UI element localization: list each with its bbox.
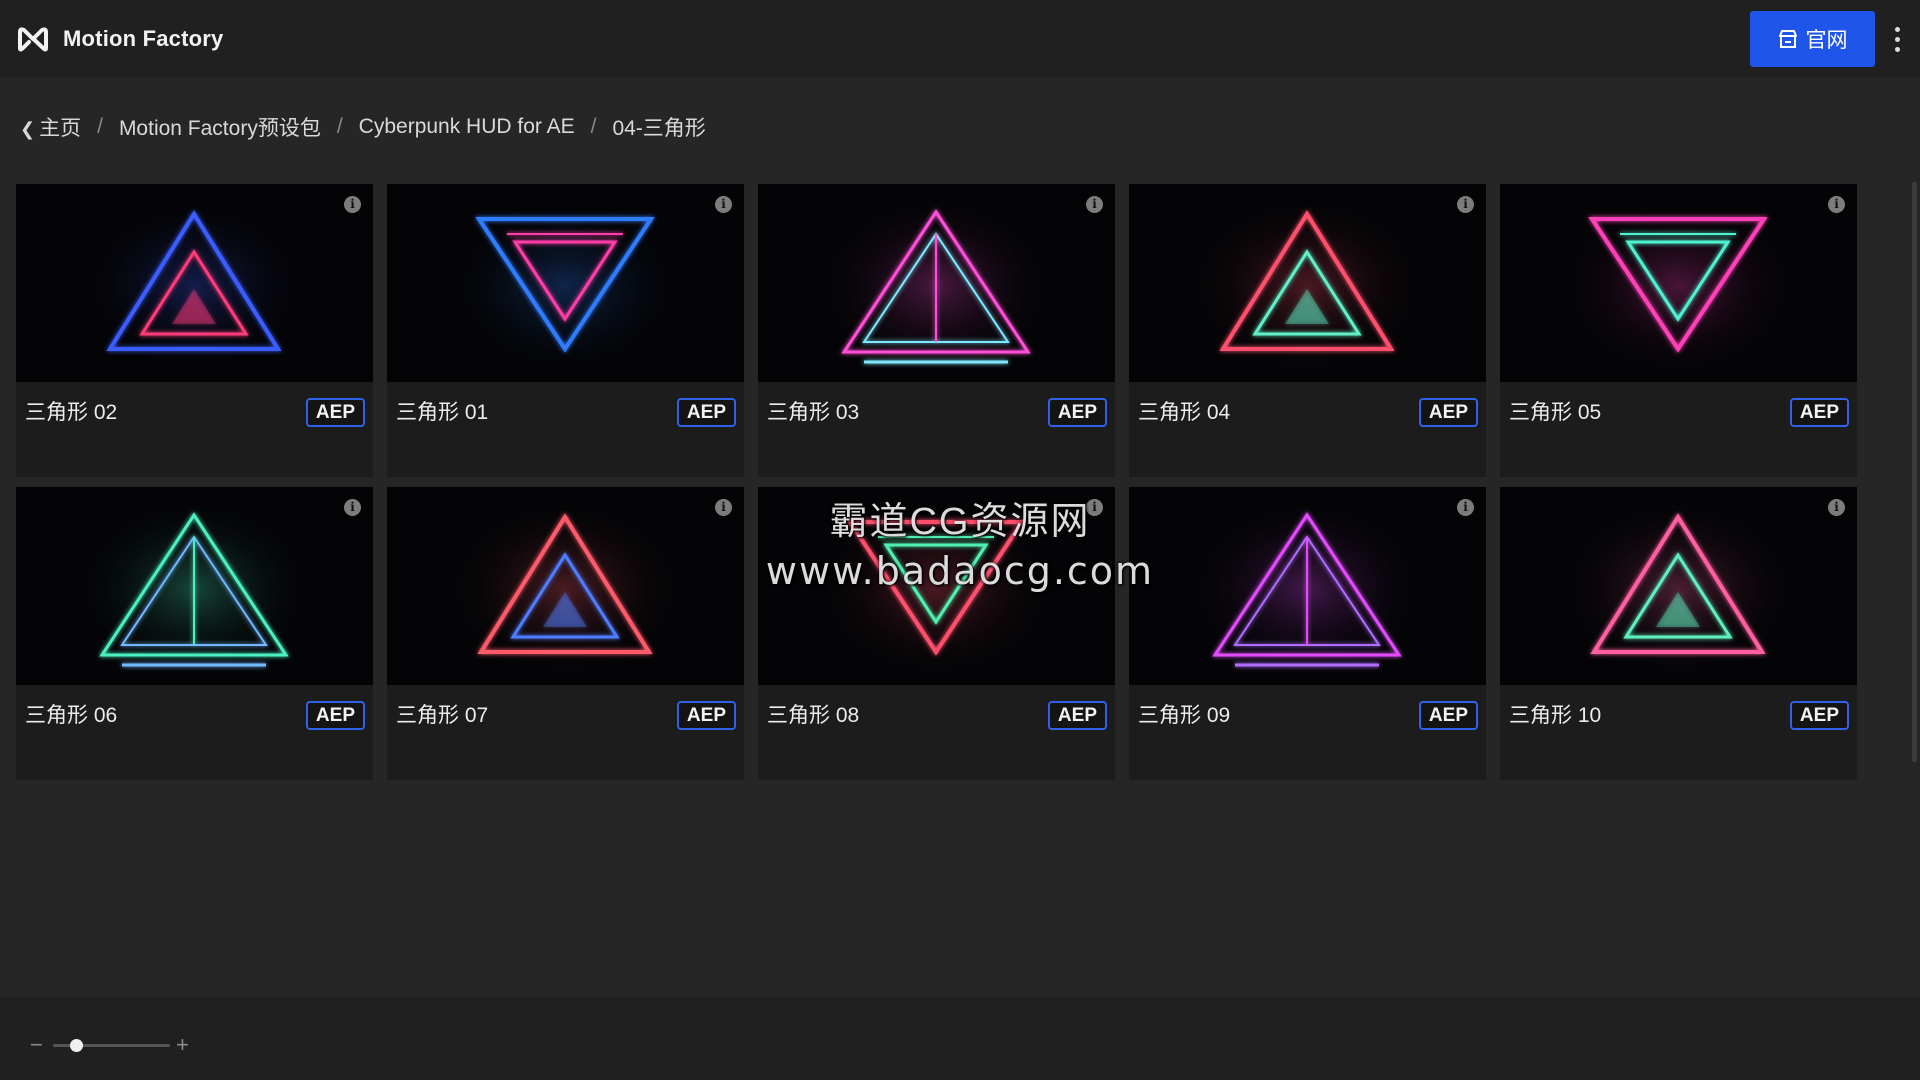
breadcrumb-current: 04-三角形 [612, 117, 706, 140]
app-name: Motion Factory [63, 25, 224, 51]
format-badge: AEP [676, 398, 736, 427]
zoom-in-button[interactable]: + [176, 1034, 189, 1056]
scrollbar[interactable] [1912, 182, 1917, 762]
format-badge: AEP [1789, 701, 1849, 730]
preset-thumbnail[interactable]: i [16, 487, 373, 685]
format-badge: AEP [305, 701, 365, 730]
triangle-hud-preview [816, 194, 1056, 378]
format-badge: AEP [1418, 701, 1478, 730]
info-icon[interactable]: i [1086, 499, 1103, 516]
footer-bar [0, 997, 1920, 1080]
triangle-hud-preview [445, 194, 685, 378]
triangle-hud-preview [74, 194, 314, 378]
info-icon[interactable]: i [1457, 499, 1474, 516]
format-badge: AEP [1418, 398, 1478, 427]
format-badge: AEP [305, 398, 365, 427]
official-site-button[interactable]: 官网 [1750, 11, 1875, 67]
preset-thumbnail[interactable]: i [387, 184, 744, 382]
format-badge: AEP [1047, 701, 1107, 730]
format-badge: AEP [1789, 398, 1849, 427]
preset-card[interactable]: i 三角形 09 AEP [1129, 487, 1486, 780]
top-bar: Motion Factory [0, 0, 1920, 77]
preset-title: 三角形 02 [25, 401, 118, 424]
motion-factory-logo-icon [18, 26, 48, 51]
info-icon[interactable]: i [1457, 196, 1474, 213]
more-vertical-icon[interactable] [1884, 22, 1910, 56]
preset-card[interactable]: i 三角形 02 AEP [16, 184, 373, 477]
triangle-hud-preview [74, 497, 314, 681]
format-badge: AEP [676, 701, 736, 730]
preset-title: 三角形 07 [396, 704, 489, 727]
preset-card[interactable]: i 三角形 01 AEP [387, 184, 744, 477]
preset-title: 三角形 09 [1138, 704, 1231, 727]
preset-thumbnail[interactable]: i [758, 184, 1115, 382]
preset-card[interactable]: i 三角形 07 AEP [387, 487, 744, 780]
triangle-hud-preview [445, 497, 685, 681]
preset-title: 三角形 06 [25, 704, 118, 727]
official-site-label: 官网 [1805, 29, 1848, 52]
preset-thumbnail[interactable]: i [758, 487, 1115, 685]
info-icon[interactable]: i [1828, 196, 1845, 213]
zoom-slider[interactable] [53, 1039, 170, 1052]
preset-thumbnail[interactable]: i [1500, 487, 1857, 685]
preset-title: 三角形 10 [1509, 704, 1602, 727]
preset-thumbnail[interactable]: i [1500, 184, 1857, 382]
breadcrumb-home-label: 主页 [39, 117, 82, 140]
zoom-out-button[interactable]: − [30, 1034, 43, 1056]
preset-title: 三角形 04 [1138, 401, 1231, 424]
breadcrumb: ❮ 主页 / Motion Factory预设包 / Cyberpunk HUD … [20, 112, 706, 142]
preset-thumbnail[interactable]: i [1129, 487, 1486, 685]
preset-card[interactable]: i 三角形 06 AEP [16, 487, 373, 780]
store-icon [1778, 30, 1797, 48]
info-icon[interactable]: i [1828, 499, 1845, 516]
breadcrumb-collection[interactable]: Cyberpunk HUD for AE [359, 115, 575, 139]
preset-card[interactable]: i 三角形 10 AEP [1500, 487, 1857, 780]
preset-card[interactable]: i 三角形 03 AEP [758, 184, 1115, 477]
preset-thumbnail[interactable]: i [1129, 184, 1486, 382]
preset-card[interactable]: i 三角形 04 AEP [1129, 184, 1486, 477]
preset-card[interactable]: i 三角形 08 AEP [758, 487, 1115, 780]
preset-title: 三角形 03 [767, 401, 860, 424]
triangle-hud-preview [816, 497, 1056, 681]
triangle-hud-preview [1187, 194, 1427, 378]
preset-title: 三角形 01 [396, 401, 489, 424]
breadcrumb-home[interactable]: ❮ 主页 [20, 112, 81, 142]
breadcrumb-separator: / [97, 115, 103, 138]
breadcrumb-separator: / [590, 115, 597, 138]
chevron-left-icon: ❮ [20, 119, 36, 139]
brand[interactable]: Motion Factory [17, 26, 223, 52]
preset-title: 三角形 08 [767, 704, 860, 727]
info-icon[interactable]: i [1086, 196, 1103, 213]
format-badge: AEP [1047, 398, 1107, 427]
breadcrumb-separator: / [336, 115, 343, 138]
info-icon[interactable]: i [344, 499, 361, 516]
preset-thumbnail[interactable]: i [387, 487, 744, 685]
triangle-hud-preview [1187, 497, 1427, 681]
info-icon[interactable]: i [715, 499, 732, 516]
preset-thumbnail[interactable]: i [16, 184, 373, 382]
preset-title: 三角形 05 [1509, 401, 1602, 424]
breadcrumb-pack[interactable]: Motion Factory预设包 [119, 112, 321, 142]
triangle-hud-preview [1558, 194, 1798, 378]
info-icon[interactable]: i [715, 196, 732, 213]
preset-card[interactable]: i 三角形 05 AEP [1500, 184, 1857, 477]
info-icon[interactable]: i [344, 196, 361, 213]
triangle-hud-preview [1558, 497, 1798, 681]
